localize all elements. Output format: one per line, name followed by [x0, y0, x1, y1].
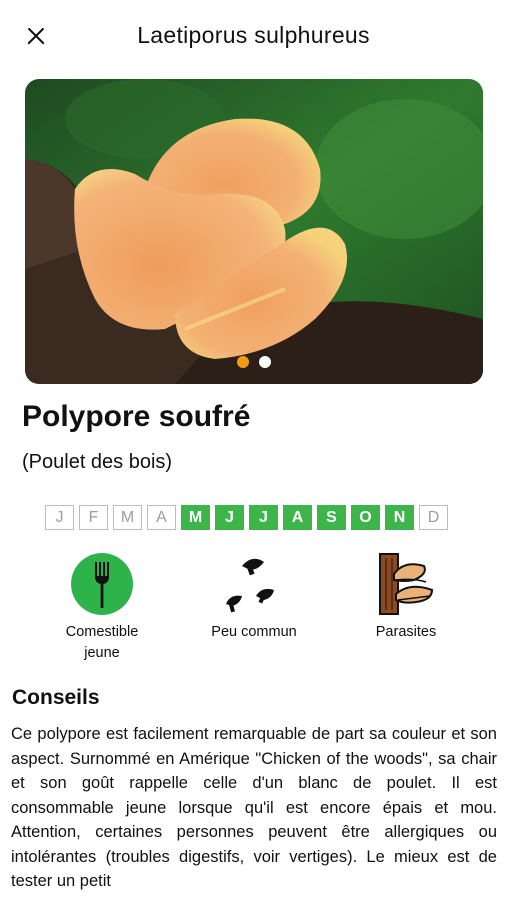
month-mar: M	[113, 505, 142, 530]
month-sep: S	[317, 505, 346, 530]
mushroom-photo-carousel[interactable]	[25, 79, 483, 384]
species-name: Polypore soufré	[22, 400, 251, 433]
mushroom-photo	[25, 79, 483, 384]
carousel-dot-1[interactable]	[237, 356, 249, 368]
species-features: Comestible jeune Peu commun Parasites	[0, 552, 507, 667]
month-may: M	[181, 505, 210, 530]
carousel-indicators	[25, 356, 483, 368]
top-bar: Laetiporus sulphureus	[0, 0, 507, 72]
month-nov: N	[385, 505, 414, 530]
carousel-dot-2[interactable]	[259, 356, 271, 368]
feature-edibility: Comestible jeune	[22, 552, 182, 664]
feature-rarity-label: Peu commun	[211, 624, 297, 640]
species-common-name: (Poulet des bois)	[22, 451, 173, 473]
month-aug: A	[283, 505, 312, 530]
month-jun: J	[215, 505, 244, 530]
page-title: Laetiporus sulphureus	[137, 22, 370, 48]
month-feb: F	[79, 505, 108, 530]
advice-title: Conseils	[12, 686, 100, 709]
feature-edibility-label: Comestible jeune	[65, 624, 139, 661]
mushrooms-scatter-icon	[222, 552, 286, 616]
month-apr: A	[147, 505, 176, 530]
advice-text: Ce polypore est facilement remarquable d…	[11, 725, 497, 890]
feature-habitat-label: Parasites	[375, 624, 437, 640]
month-dec: D	[419, 505, 448, 530]
fork-icon	[70, 552, 134, 616]
month-jan: J	[45, 505, 74, 530]
season-calendar: J F M A M J J A S O N D	[45, 505, 448, 530]
feature-habitat: Parasites	[326, 552, 486, 643]
month-oct: O	[351, 505, 380, 530]
month-jul: J	[249, 505, 278, 530]
tree-fungus-icon	[374, 552, 438, 616]
feature-rarity: Peu commun	[174, 552, 334, 643]
